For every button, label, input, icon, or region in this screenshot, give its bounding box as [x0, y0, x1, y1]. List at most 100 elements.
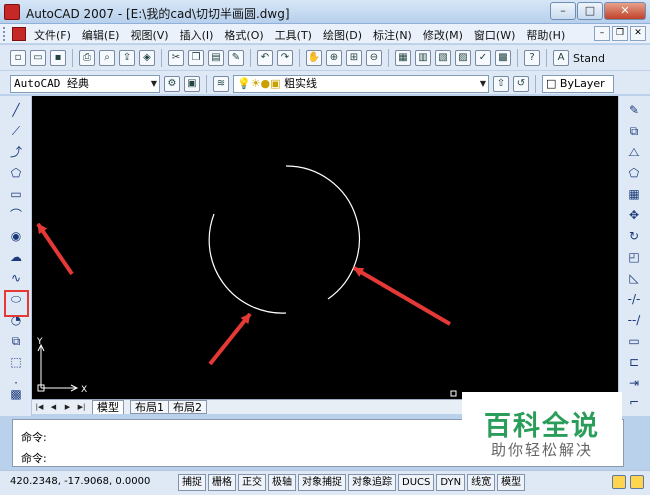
doc-close-button[interactable]: ✕ — [630, 26, 646, 41]
print-preview-icon[interactable]: ⌕ — [99, 50, 115, 66]
lineweight-toggle[interactable]: 线宽 — [467, 474, 496, 491]
chamfer-icon[interactable]: ⌐ — [625, 394, 643, 410]
layer-manager-icon[interactable]: ≋ — [213, 76, 229, 92]
copy-icon[interactable]: ❐ — [188, 50, 204, 66]
zoom-realtime-icon[interactable]: ⊕ — [326, 50, 342, 66]
drawn-arc-lower[interactable] — [208, 213, 287, 314]
polar-toggle[interactable]: 极轴 — [268, 474, 296, 491]
properties-icon[interactable]: ▦ — [395, 50, 411, 66]
stretch-icon[interactable]: ◺ — [625, 270, 643, 286]
zoom-previous-icon[interactable]: ⊖ — [366, 50, 382, 66]
osnap-toggle[interactable]: 对象捕捉 — [298, 474, 346, 491]
polyline-icon[interactable]: ⤴ — [8, 144, 24, 160]
join-icon[interactable]: ⇥ — [625, 375, 643, 391]
tab-layout2[interactable]: 布局2 — [168, 400, 207, 414]
line-icon[interactable]: ╱ — [8, 102, 24, 118]
prev-tab-icon[interactable]: ◀ — [48, 401, 59, 413]
menu-file[interactable]: 文件(F) — [34, 27, 71, 43]
construction-line-icon[interactable]: ⟋ — [8, 123, 24, 139]
array-icon[interactable]: ▦ — [625, 186, 643, 202]
menu-edit[interactable]: 编辑(E) — [82, 27, 120, 43]
workspace-settings-icon[interactable]: ⚙ — [164, 76, 180, 92]
doc-minimize-button[interactable]: – — [594, 26, 610, 41]
new-file-icon[interactable]: ▫ — [10, 50, 26, 66]
layer-select[interactable]: 💡☀●▣ 粗实线 ▼ — [233, 75, 489, 93]
rectangle-icon[interactable]: ▭ — [8, 186, 24, 202]
grid-toggle[interactable]: 栅格 — [208, 474, 236, 491]
break-icon[interactable]: ▭ — [625, 333, 643, 349]
ducs-toggle[interactable]: DUCS — [398, 474, 435, 491]
text-style-icon[interactable]: A — [553, 50, 569, 66]
circle-icon[interactable]: ◉ — [8, 228, 24, 244]
extend-icon[interactable]: --/ — [625, 312, 643, 328]
menu-insert[interactable]: 插入(I) — [180, 27, 214, 43]
menu-help[interactable]: 帮助(H) — [526, 27, 565, 43]
scale-icon[interactable]: ◰ — [625, 249, 643, 265]
next-tab-icon[interactable]: ▶ — [62, 401, 73, 413]
menu-tools[interactable]: 工具(T) — [275, 27, 312, 43]
spline-icon[interactable]: ∿ — [8, 270, 24, 286]
first-tab-icon[interactable]: |◀ — [34, 401, 45, 413]
color-select[interactable]: □ ByLayer — [542, 75, 614, 93]
redo-icon[interactable]: ↷ — [277, 50, 293, 66]
workspace-select[interactable]: AutoCAD 经典 ▼ — [10, 75, 160, 93]
menu-format[interactable]: 格式(O) — [224, 27, 263, 43]
design-center-icon[interactable]: ▥ — [415, 50, 431, 66]
break-at-point-icon[interactable]: ⊏ — [625, 354, 643, 370]
mirror-icon[interactable]: ⧍ — [625, 144, 643, 160]
erase-icon[interactable]: ✎ — [625, 102, 643, 118]
menu-draw[interactable]: 绘图(D) — [323, 27, 362, 43]
doc-restore-button[interactable]: ❐ — [612, 26, 628, 41]
rotate-icon[interactable]: ↻ — [625, 228, 643, 244]
tool-palettes-icon[interactable]: ▧ — [435, 50, 451, 66]
hatch-icon[interactable]: ▩ — [8, 386, 24, 402]
lock-icon[interactable] — [630, 475, 644, 489]
publish-icon[interactable]: ⇪ — [119, 50, 135, 66]
tab-layout1[interactable]: 布局1 — [130, 400, 169, 414]
calculator-icon[interactable]: ▩ — [495, 50, 511, 66]
drawing-canvas[interactable]: Y X — [32, 96, 618, 399]
model-toggle[interactable]: 模型 — [497, 474, 526, 491]
arc-icon[interactable]: ⌒ — [8, 207, 24, 223]
markup-icon[interactable]: ✓ — [475, 50, 491, 66]
cut-icon[interactable]: ✂ — [168, 50, 184, 66]
zoom-window-icon[interactable]: ⊞ — [346, 50, 362, 66]
otrack-toggle[interactable]: 对象追踪 — [348, 474, 396, 491]
revision-cloud-icon[interactable]: ☁ — [8, 249, 24, 265]
minimize-button[interactable]: – — [550, 2, 576, 20]
text-style-name[interactable]: Stand — [573, 52, 605, 65]
coordinate-readout[interactable]: 420.2348, -17.9068, 0.0000 — [10, 476, 150, 487]
menu-view[interactable]: 视图(V) — [130, 27, 168, 43]
command-prompt[interactable]: 命令: — [21, 450, 47, 466]
open-file-icon[interactable]: ▭ — [30, 50, 46, 66]
offset-icon[interactable]: ⬠ — [625, 165, 643, 181]
dyn-toggle[interactable]: DYN — [436, 474, 466, 491]
communication-center-icon[interactable] — [612, 475, 626, 489]
save-icon[interactable]: ▪ — [50, 50, 66, 66]
dwf-icon[interactable]: ◈ — [139, 50, 155, 66]
menu-modify[interactable]: 修改(M) — [423, 27, 463, 43]
trim-icon[interactable]: -/- — [625, 291, 643, 307]
save-workspace-icon[interactable]: ▣ — [184, 76, 200, 92]
drawn-arc[interactable] — [285, 165, 361, 300]
copy-object-icon[interactable]: ⧉ — [625, 123, 643, 139]
maximize-button[interactable]: □ — [577, 2, 603, 20]
paste-icon[interactable]: ▤ — [208, 50, 224, 66]
print-icon[interactable]: ⎙ — [79, 50, 95, 66]
make-current-layer-icon[interactable]: ⇧ — [493, 76, 509, 92]
menu-grip[interactable] — [3, 27, 6, 41]
help-icon[interactable]: ? — [524, 50, 540, 66]
move-icon[interactable]: ✥ — [625, 207, 643, 223]
match-properties-icon[interactable]: ✎ — [228, 50, 244, 66]
document-icon[interactable] — [12, 27, 26, 41]
undo-icon[interactable]: ↶ — [257, 50, 273, 66]
last-tab-icon[interactable]: ▶| — [76, 401, 87, 413]
ortho-toggle[interactable]: 正交 — [238, 474, 266, 491]
sheet-set-icon[interactable]: ▨ — [455, 50, 471, 66]
close-button[interactable]: ✕ — [604, 2, 646, 20]
insert-block-icon[interactable]: ⧉ — [8, 333, 24, 349]
tab-model[interactable]: 模型 — [92, 400, 124, 414]
autocad-app-icon[interactable] — [4, 4, 20, 20]
menu-window[interactable]: 窗口(W) — [474, 27, 515, 43]
menu-dimension[interactable]: 标注(N) — [373, 27, 412, 43]
